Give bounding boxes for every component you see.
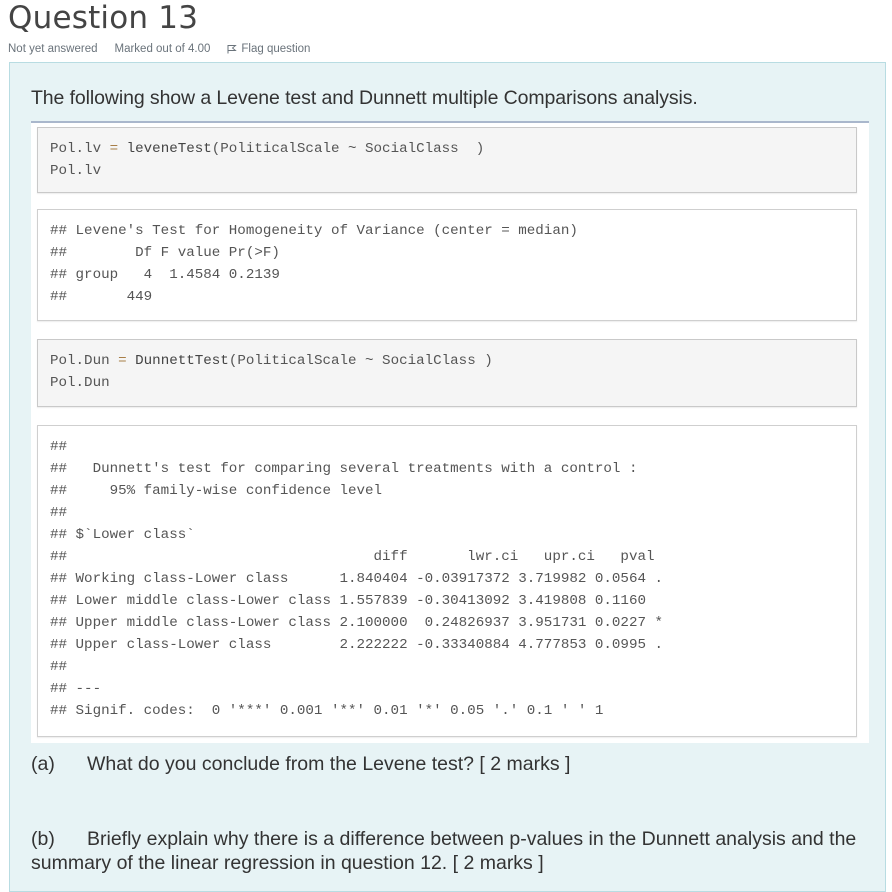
dunnett-output-block: ## ## Dunnett's test for comparing sever… [37,425,857,737]
output-row-line: ## Working class-Lower class 1.840404 -0… [50,571,663,587]
code-function: DunnettTest [135,353,229,369]
code-line: Pol.lv = leveneTest(PoliticalScale ~ Soc… [50,138,844,160]
code-line: Pol.Dun [50,375,110,391]
output-line: ## group 4 1.4584 0.2139 [50,267,280,283]
output-row-line: ## Upper middle class-Lower class 2.1000… [50,615,663,631]
code-area: Pol.lv = leveneTest(PoliticalScale ~ Soc… [31,121,869,743]
part-b: (b) Briefly explain why there is a differ… [31,827,871,875]
output-line: ## Df F value Pr(>F) [50,245,280,261]
part-a-label: (a) [31,753,55,775]
code-variable: Pol.Dun [50,353,110,369]
code-operator: = [118,353,127,369]
code-args: (PoliticalScale ~ SocialClass ) [228,353,493,369]
output-line: ## Levene's Test for Homogeneity of Vari… [50,223,578,239]
part-b-text: Briefly explain why there is a differenc… [31,828,857,874]
flag-icon [227,45,238,54]
output-line: ## [50,505,68,521]
output-row-line: ## Lower middle class-Lower class 1.5578… [50,593,646,609]
code-line: Pol.lv [50,163,102,179]
output-header-line: ## diff lwr.ci upr.ci pval [50,549,655,565]
part-b-label: (b) [31,828,55,850]
levene-code-block: Pol.lv = leveneTest(PoliticalScale ~ Soc… [37,127,857,193]
part-a: (a) What do you conclude from the Levene … [31,753,570,776]
code-function: leveneTest [126,141,212,157]
signif-codes-line: ## Signif. codes: 0 '***' 0.001 '**' 0.0… [50,703,604,719]
flag-question-label: Flag question [241,43,311,55]
output-line: ## [50,439,68,455]
question-title: Question 13 [8,0,199,36]
question-meta: Not yet answered Marked out of 4.00 Flag… [8,43,310,55]
question-intro: The following show a Levene test and Dun… [31,87,698,109]
part-a-text: What do you conclude from the Levene tes… [87,753,571,775]
output-line: ## [50,659,68,675]
flag-question-link[interactable]: Flag question [227,43,310,55]
output-line: ## Dunnett's test for comparing several … [50,461,638,477]
dunnett-code-block: Pol.Dun = DunnettTest(PoliticalScale ~ S… [37,339,857,407]
question-panel: The following show a Levene test and Dun… [9,62,886,892]
answer-status: Not yet answered [8,43,98,55]
output-line: ## $`Lower class` [50,527,195,543]
output-row-line: ## Upper class-Lower class 2.222222 -0.3… [50,637,663,653]
output-line: ## --- [50,681,102,697]
levene-output-block: ## Levene's Test for Homogeneity of Vari… [37,209,857,321]
output-line: ## 95% family-wise confidence level [50,483,383,499]
output-line: ## 449 [50,289,153,305]
code-variable: Pol.lv [50,141,102,157]
code-args: (PoliticalScale ~ SocialClass ) [211,141,485,157]
marks-label: Marked out of 4.00 [114,43,211,55]
code-operator: = [109,141,119,157]
code-line: Pol.Dun = DunnettTest(PoliticalScale ~ S… [50,350,844,372]
